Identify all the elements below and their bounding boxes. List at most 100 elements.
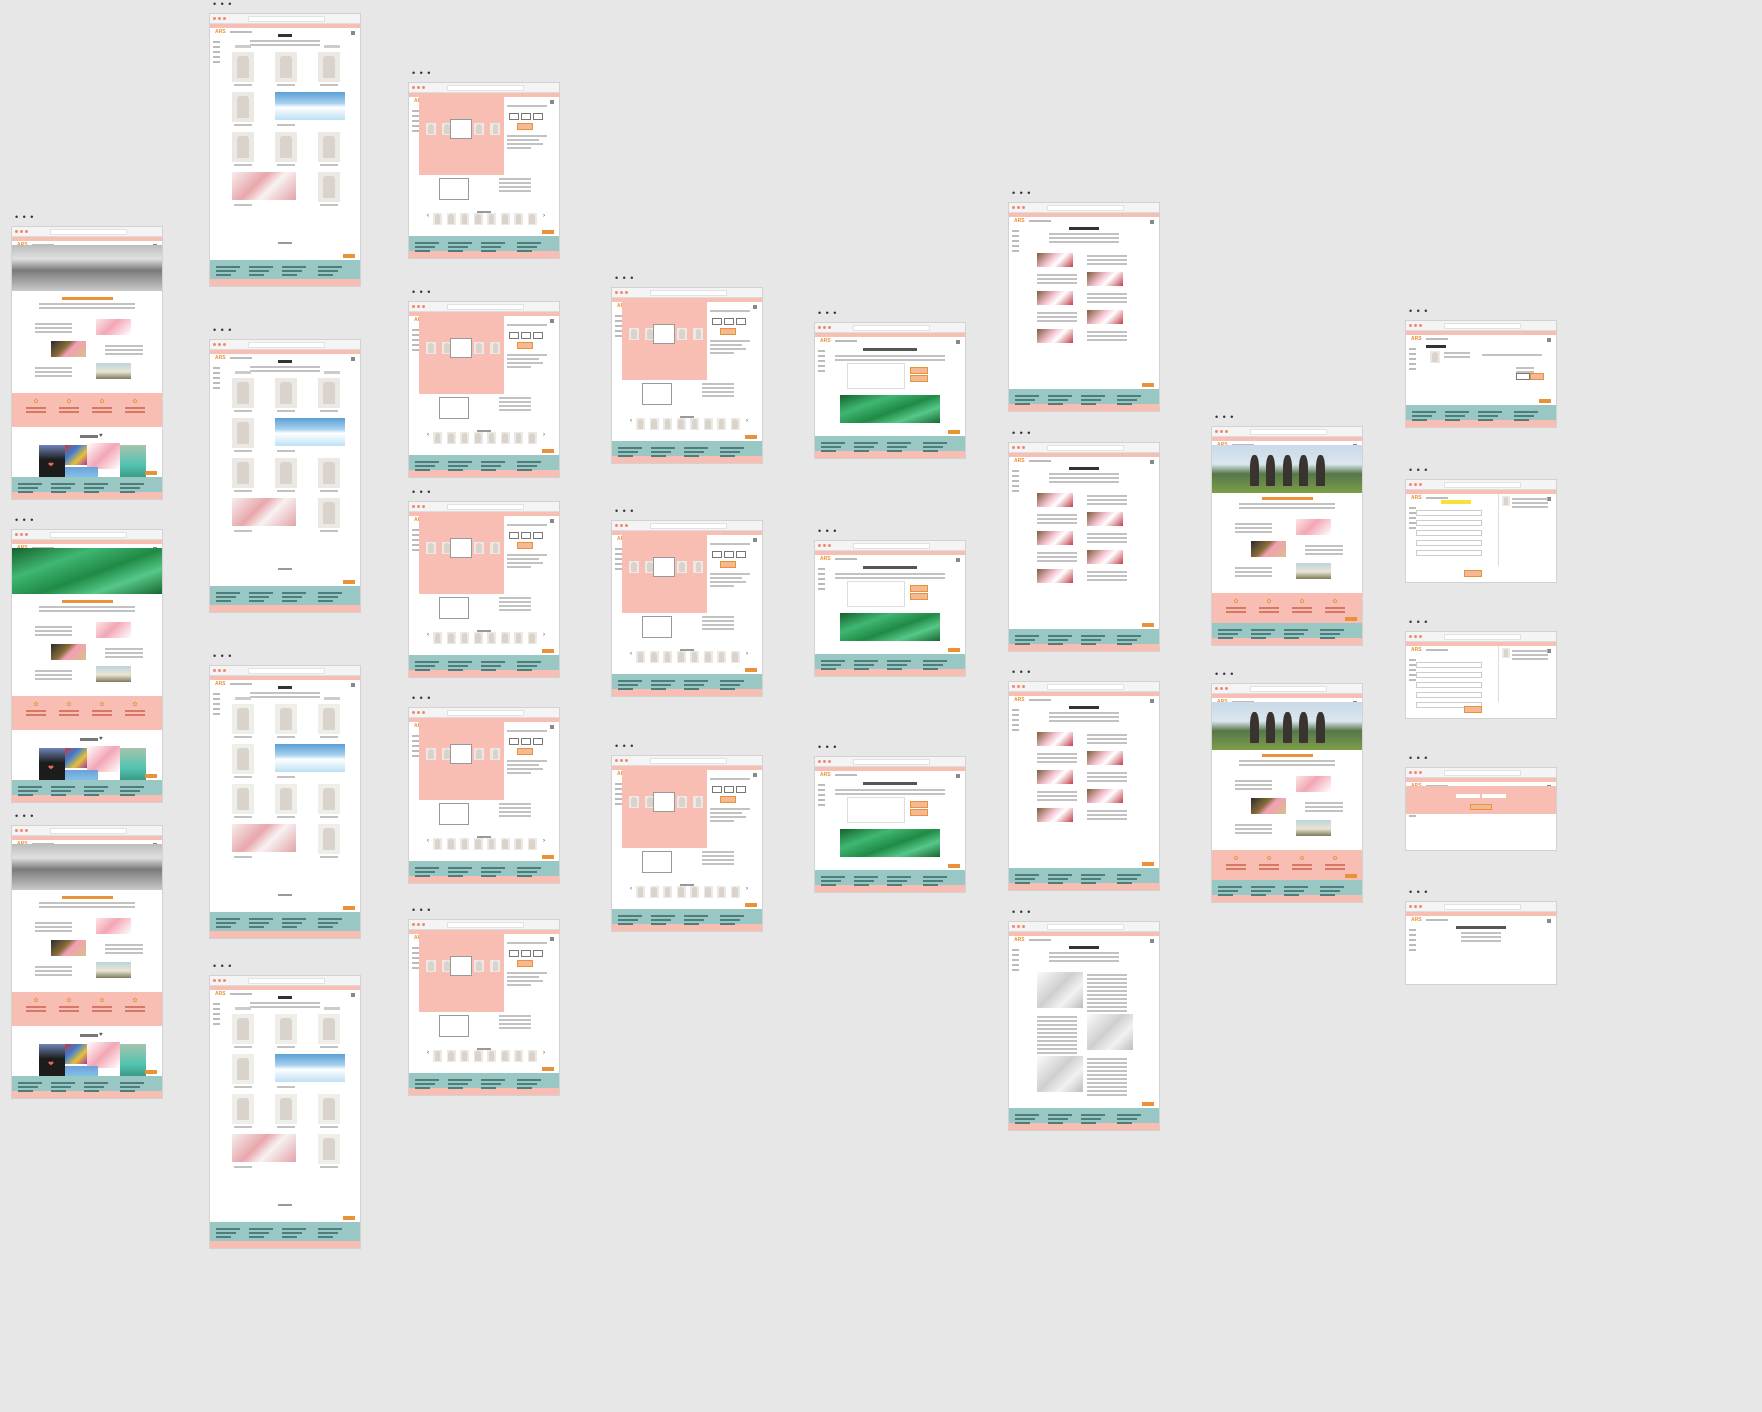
header-cart-icon[interactable] xyxy=(351,31,355,35)
side-nav-item[interactable] xyxy=(1012,729,1019,731)
main-product-photo[interactable] xyxy=(449,538,472,558)
window-button-icon[interactable] xyxy=(828,326,831,329)
side-nav-item[interactable] xyxy=(615,783,622,785)
footer-link[interactable] xyxy=(1048,1122,1063,1124)
product-photo[interactable] xyxy=(232,92,254,122)
header-cart-icon[interactable] xyxy=(753,305,757,309)
side-nav-item[interactable] xyxy=(1409,363,1416,365)
header-cart-icon[interactable] xyxy=(1547,338,1551,342)
address-bar[interactable] xyxy=(1046,205,1124,211)
related-product[interactable] xyxy=(636,418,645,430)
address-bar[interactable] xyxy=(1443,323,1521,329)
footer-link[interactable] xyxy=(51,491,66,493)
header-cart-icon[interactable] xyxy=(550,937,554,941)
footer-link[interactable] xyxy=(1048,878,1068,880)
side-nav-item[interactable] xyxy=(818,789,825,791)
footer-link[interactable] xyxy=(1117,635,1141,637)
thumbnail-photo[interactable] xyxy=(628,796,639,808)
footer-link[interactable] xyxy=(249,266,273,268)
window-button-icon[interactable] xyxy=(213,17,216,20)
add-to-cart-button[interactable] xyxy=(517,960,533,967)
related-product[interactable] xyxy=(649,886,659,898)
footer-link[interactable] xyxy=(415,871,435,873)
footer-link[interactable] xyxy=(249,922,269,924)
footer-link[interactable] xyxy=(249,592,273,594)
window-button-icon[interactable] xyxy=(25,533,28,536)
footer-link[interactable] xyxy=(448,665,468,667)
back-to-top-button[interactable] xyxy=(343,906,355,910)
back-to-top-button[interactable] xyxy=(343,1216,355,1220)
footer-link[interactable] xyxy=(84,1086,104,1088)
address-bar[interactable] xyxy=(852,325,930,331)
footer-link[interactable] xyxy=(1048,395,1072,397)
window-button-icon[interactable] xyxy=(1022,206,1025,209)
footer-link[interactable] xyxy=(887,884,902,886)
email-field[interactable] xyxy=(1456,794,1480,798)
footer-link[interactable] xyxy=(1284,629,1308,631)
footer-link[interactable] xyxy=(1015,1114,1039,1116)
size-option[interactable] xyxy=(736,318,746,325)
back-to-top-button[interactable] xyxy=(1345,874,1357,878)
footer-link[interactable] xyxy=(1048,639,1068,641)
related-product[interactable] xyxy=(433,432,442,444)
footer-link[interactable] xyxy=(481,665,501,667)
footer-link[interactable] xyxy=(684,451,704,453)
product-photo[interactable] xyxy=(318,458,340,488)
size-option[interactable] xyxy=(521,332,531,339)
related-product[interactable] xyxy=(690,886,699,898)
size-option[interactable] xyxy=(533,738,543,745)
size-option[interactable] xyxy=(533,113,543,120)
footer-link[interactable] xyxy=(282,1232,302,1234)
back-to-top-button[interactable] xyxy=(745,668,757,672)
footer-link[interactable] xyxy=(517,469,532,471)
footer-link[interactable] xyxy=(854,450,869,452)
footer-link[interactable] xyxy=(18,786,42,788)
footer-link[interactable] xyxy=(51,483,75,485)
side-nav-item[interactable] xyxy=(1012,230,1019,232)
footer-link[interactable] xyxy=(282,922,302,924)
related-product[interactable] xyxy=(703,651,713,663)
footer-link[interactable] xyxy=(318,270,338,272)
back-to-top-button[interactable] xyxy=(745,903,757,907)
footer-link[interactable] xyxy=(1015,635,1039,637)
footer-link[interactable] xyxy=(1251,637,1266,639)
window-button-icon[interactable] xyxy=(417,505,420,508)
main-product-photo[interactable] xyxy=(449,744,472,764)
footer-link[interactable] xyxy=(651,684,671,686)
thumbnail-photo[interactable] xyxy=(474,960,485,972)
window-button-icon[interactable] xyxy=(1012,925,1015,928)
footer-link[interactable] xyxy=(216,592,240,594)
address-bar[interactable] xyxy=(1046,684,1124,690)
window-button-icon[interactable] xyxy=(620,759,623,762)
window-button-icon[interactable] xyxy=(412,505,415,508)
footer-link[interactable] xyxy=(720,923,735,925)
footer-link[interactable] xyxy=(1081,882,1096,884)
prev-arrow-icon[interactable]: ‹ xyxy=(630,651,632,657)
footer-link[interactable] xyxy=(318,922,338,924)
logo[interactable]: ARS xyxy=(1014,697,1025,703)
footer-link[interactable] xyxy=(120,790,140,792)
footer-link[interactable] xyxy=(923,664,943,666)
footer-link[interactable] xyxy=(821,884,836,886)
window-button-icon[interactable] xyxy=(1012,446,1015,449)
footer-link[interactable] xyxy=(517,1083,537,1085)
window-button-icon[interactable] xyxy=(422,505,425,508)
side-nav-item[interactable] xyxy=(1409,929,1416,931)
back-to-top-button[interactable] xyxy=(542,1067,554,1071)
form-field[interactable] xyxy=(1416,692,1482,698)
footer-link[interactable] xyxy=(18,1082,42,1084)
product-photo[interactable] xyxy=(318,52,340,82)
size-option[interactable] xyxy=(521,532,531,539)
prev-arrow-icon[interactable]: ‹ xyxy=(427,1050,429,1056)
footer-link[interactable] xyxy=(1218,894,1233,896)
password-field[interactable] xyxy=(1482,794,1506,798)
footer-link[interactable] xyxy=(1445,415,1465,417)
side-nav-item[interactable] xyxy=(213,61,220,63)
related-product[interactable] xyxy=(663,886,672,898)
related-product[interactable] xyxy=(487,432,496,444)
logo[interactable]: ARS xyxy=(820,556,831,562)
footer-link[interactable] xyxy=(415,242,439,244)
login-button[interactable] xyxy=(1470,804,1492,810)
footer-link[interactable] xyxy=(887,450,902,452)
side-nav-item[interactable] xyxy=(213,382,220,384)
